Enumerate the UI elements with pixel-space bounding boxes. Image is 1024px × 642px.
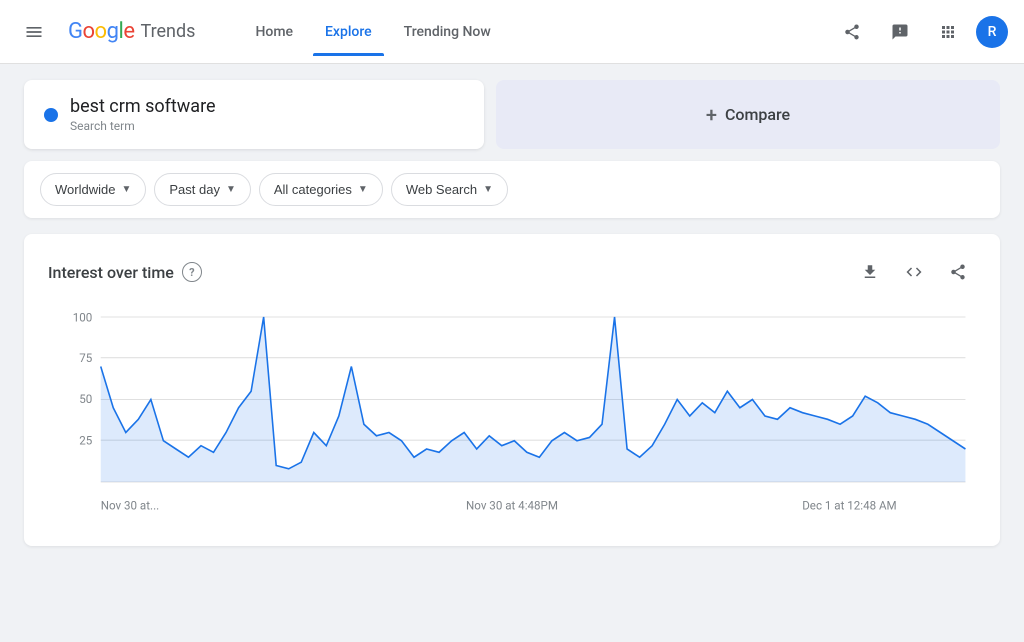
filter-search-type-arrow: ▼ [483,184,493,195]
download-chart-button[interactable] [852,254,888,290]
search-type-label: Search term [70,119,216,133]
help-icon[interactable]: ? [182,262,202,282]
filter-search-type-label: Web Search [406,182,477,197]
share-chart-button[interactable] [940,254,976,290]
main-content: best crm software Search term + Compare … [0,64,1024,642]
search-section: best crm software Search term + Compare [24,80,1000,149]
menu-icon[interactable] [16,14,52,50]
chart-title-group: Interest over time ? [48,262,202,282]
user-avatar[interactable]: R [976,16,1008,48]
svg-text:75: 75 [79,351,92,365]
filter-category-arrow: ▼ [358,184,368,195]
search-box: best crm software Search term [24,80,484,149]
svg-text:25: 25 [79,433,92,447]
chart-section: Interest over time ? [24,234,1000,546]
header: Google Trends Home Explore Trending Now … [0,0,1024,64]
share-button[interactable] [832,12,872,52]
chart-header: Interest over time ? [48,254,976,290]
filter-category[interactable]: All categories ▼ [259,173,383,206]
logo-trends-text: Trends [140,21,195,42]
svg-text:50: 50 [79,392,92,406]
filter-time-arrow: ▼ [226,184,236,195]
chart-actions [852,254,976,290]
header-right: R [832,12,1008,52]
apps-button[interactable] [928,12,968,52]
filter-time[interactable]: Past day ▼ [154,173,251,206]
filter-search-type[interactable]: Web Search ▼ [391,173,508,206]
filter-category-label: All categories [274,182,352,197]
header-left: Google Trends Home Explore Trending Now [16,14,503,50]
main-nav: Home Explore Trending Now [243,16,502,48]
nav-trending[interactable]: Trending Now [392,16,503,48]
compare-plus-icon: + [706,103,717,127]
compare-box[interactable]: + Compare [496,80,1000,149]
filter-location-arrow: ▼ [121,184,131,195]
embed-chart-button[interactable] [896,254,932,290]
feedback-button[interactable] [880,12,920,52]
search-dot-indicator [44,108,58,122]
filter-location-label: Worldwide [55,182,115,197]
chart-container: 100 75 50 25 Nov 30 at... Nov 30 at 4:48… [48,306,976,526]
chart-title: Interest over time [48,263,174,282]
compare-label: Compare [725,105,790,124]
svg-text:Nov 30 at...: Nov 30 at... [101,498,159,512]
nav-explore[interactable]: Explore [313,16,384,48]
search-term: best crm software [70,96,216,117]
svg-text:100: 100 [73,310,93,324]
logo[interactable]: Google Trends [68,19,195,44]
svg-text:Nov 30 at 4:48PM: Nov 30 at 4:48PM [466,498,558,512]
filters-bar: Worldwide ▼ Past day ▼ All categories ▼ … [24,161,1000,218]
logo-google-text: Google [68,19,134,44]
search-text-group: best crm software Search term [70,96,216,133]
interest-chart: 100 75 50 25 Nov 30 at... Nov 30 at 4:48… [48,306,976,526]
svg-text:Dec 1 at 12:48 AM: Dec 1 at 12:48 AM [802,498,896,512]
filter-time-label: Past day [169,182,220,197]
filter-location[interactable]: Worldwide ▼ [40,173,146,206]
nav-home[interactable]: Home [243,16,305,48]
